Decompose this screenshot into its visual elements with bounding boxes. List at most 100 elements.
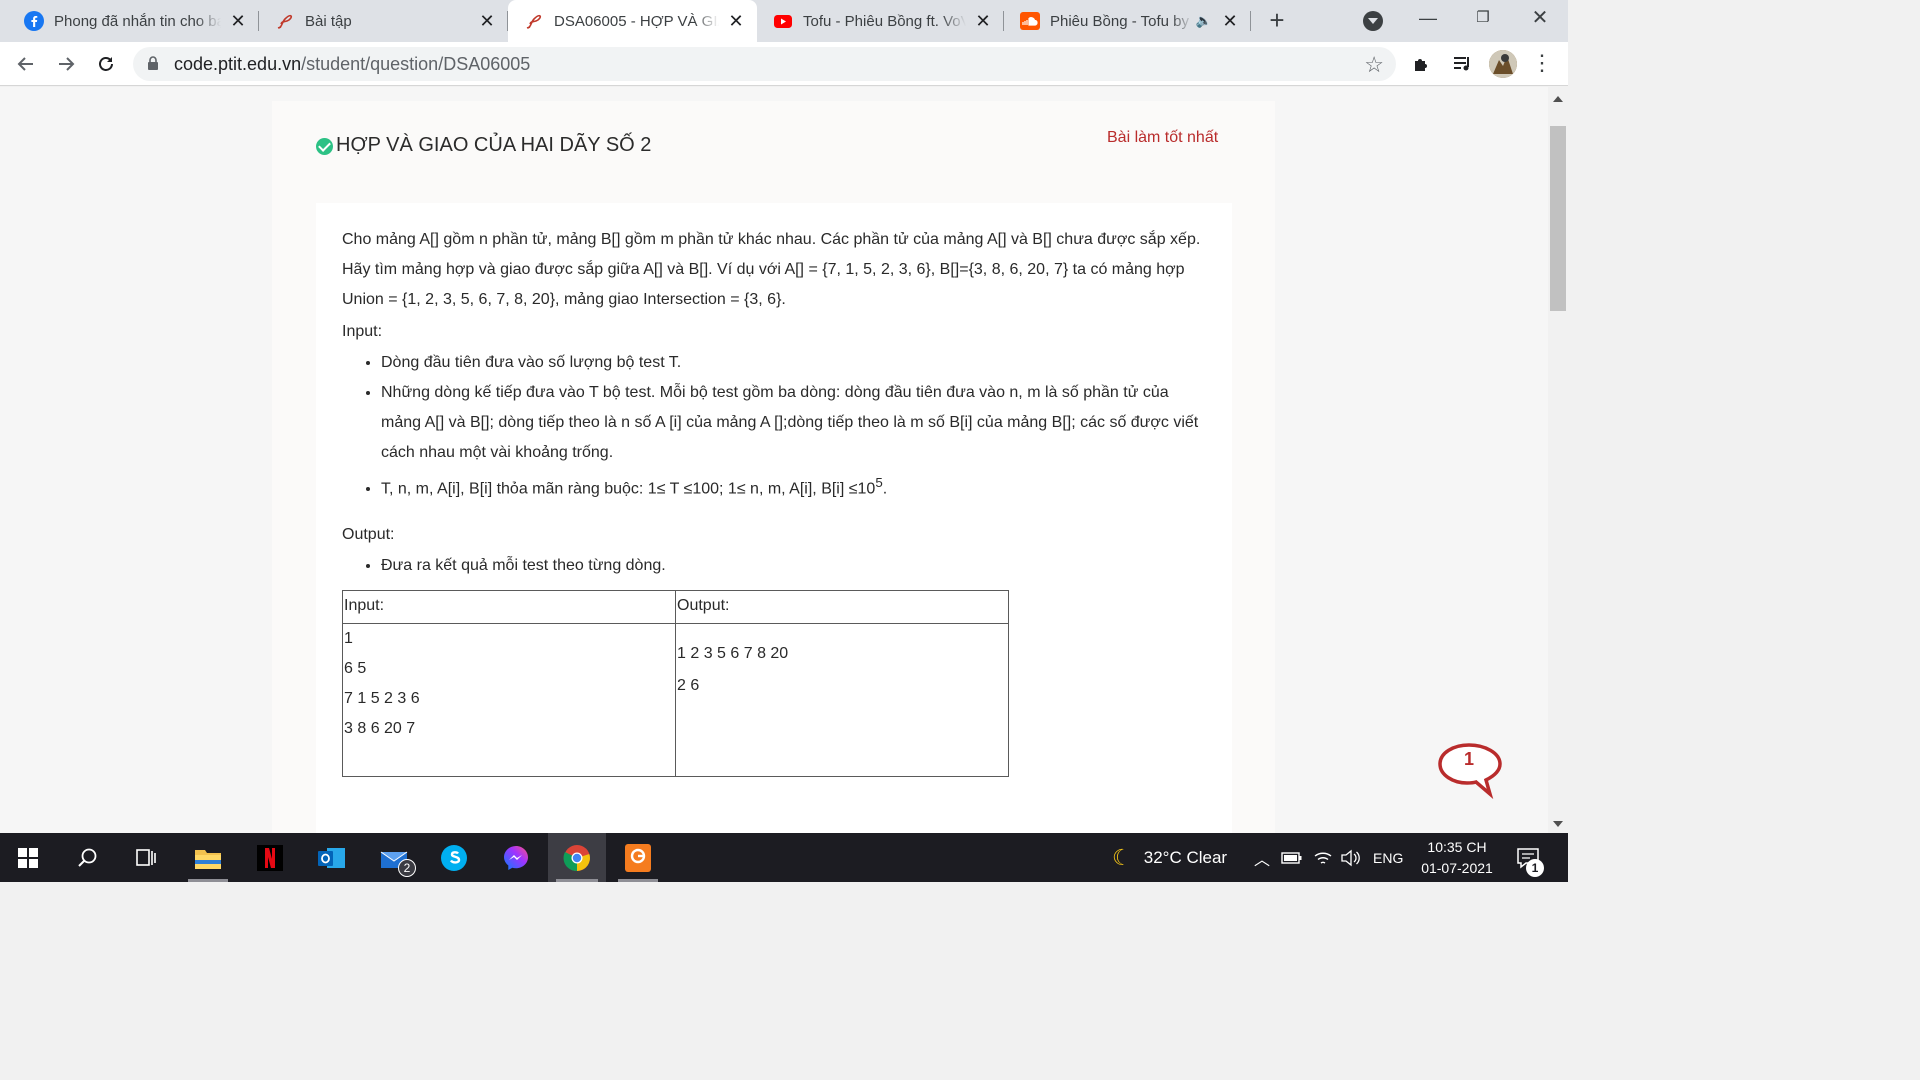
restore-button[interactable]: ❐ <box>1468 6 1498 30</box>
sample-input-cell: 1 6 5 7 1 5 2 3 6 3 8 6 20 7 <box>342 623 676 778</box>
close-tab-icon[interactable]: ✕ <box>1221 11 1239 31</box>
back-arrow-icon <box>17 57 33 71</box>
sample-input-line: 7 1 5 2 3 6 <box>344 690 420 708</box>
taskbar-netflix[interactable] <box>242 833 298 882</box>
tab-strip: Phong đã nhắn tin cho bạn ✕ Bài tập ✕ DS… <box>0 0 1568 42</box>
taskbar-chrome[interactable] <box>548 833 606 882</box>
taskbar-file-explorer[interactable] <box>180 833 236 882</box>
problem-description: Cho mảng A[] gồm n phần tử, mảng B[] gồm… <box>342 231 1201 308</box>
output-spec-item: Đưa ra kết quả mỗi test theo từng dòng. <box>381 551 1206 581</box>
url-path: /student/question/DSA06005 <box>301 54 531 74</box>
media-control-icon[interactable] <box>1451 52 1475 76</box>
wifi-icon[interactable] <box>1313 833 1333 882</box>
search-button[interactable] <box>60 833 116 882</box>
page-viewport: HỢP VÀ GIAO CỦA HAI DÃY SỐ 2 Bài làm tốt… <box>0 87 1548 833</box>
taskbar-mail[interactable]: 2 <box>366 833 422 882</box>
lock-icon[interactable] <box>147 56 159 71</box>
constraint-exponent: 5 <box>875 475 883 490</box>
messenger-icon <box>504 845 528 870</box>
taskbar-skype[interactable] <box>426 833 482 882</box>
tab-youtube[interactable]: Tofu - Phiêu Bồng ft. VoVanDuc ✕ <box>757 0 1004 42</box>
output-spec-list: Đưa ra kết quả mỗi test theo từng dòng. <box>342 551 1206 581</box>
input-spec-list: Dòng đầu tiên đưa vào số lượng bộ test T… <box>342 348 1206 504</box>
url-host: code.ptit.edu.vn <box>174 54 302 74</box>
clock-time: 10:35 CH <box>1427 839 1487 855</box>
sample-input-header: Input: <box>342 590 676 625</box>
ptit-code-icon <box>275 11 295 31</box>
weather-widget[interactable]: ☾ 32°C Clear <box>1112 833 1227 882</box>
close-tab-icon[interactable]: ✕ <box>727 11 745 31</box>
sample-input-line: 1 <box>344 630 353 648</box>
input-label: Input: <box>342 323 383 340</box>
task-view-icon <box>136 848 156 866</box>
folder-icon <box>195 849 221 869</box>
taskbar-messenger[interactable] <box>488 833 544 882</box>
back-button[interactable] <box>12 50 40 78</box>
solved-check-icon <box>316 138 333 155</box>
sample-input-line: 3 8 6 20 7 <box>344 720 416 738</box>
forward-arrow-icon <box>59 57 75 71</box>
outlook-icon <box>318 847 345 868</box>
chevron-up-icon: ︿ <box>1254 851 1271 869</box>
taskbar-outlook[interactable] <box>304 833 360 882</box>
sample-output-cell: 1 2 3 5 6 7 8 20 2 6 <box>675 623 1009 778</box>
sample-input-line: 6 5 <box>344 660 367 678</box>
constraint-end: . <box>882 480 888 498</box>
clock-date: 01-07-2021 <box>1421 860 1493 876</box>
input-spec-item: Dòng đầu tiên đưa vào số lượng bộ test T… <box>381 348 1206 378</box>
reload-icon <box>99 57 113 71</box>
minimize-button[interactable]: — <box>1413 6 1443 30</box>
close-tab-icon[interactable]: ✕ <box>478 11 496 31</box>
browser-toolbar: code.ptit.edu.vn/student/question/DSA060… <box>0 42 1568 86</box>
youtube-icon <box>773 11 793 31</box>
battery-icon[interactable] <box>1281 833 1303 882</box>
profile-avatar[interactable] <box>1489 50 1517 78</box>
notification-badge-count: 1 <box>1526 859 1544 877</box>
start-button[interactable] <box>0 833 56 882</box>
extensions-puzzle-icon[interactable] <box>1411 52 1435 76</box>
problem-statement: Cho mảng A[] gồm n phần tử, mảng B[] gồm… <box>316 203 1232 833</box>
tab-bai-tap[interactable]: Bài tập ✕ <box>259 0 508 42</box>
address-bar[interactable]: code.ptit.edu.vn/student/question/DSA060… <box>133 47 1396 81</box>
tab-separator <box>1250 11 1251 31</box>
problem-header: HỢP VÀ GIAO CỦA HAI DÃY SỐ 2 <box>316 134 651 157</box>
new-tab-button[interactable]: + <box>1264 7 1290 34</box>
scroll-down-arrow-icon[interactable] <box>1553 821 1563 827</box>
notification-center-button[interactable]: 1 <box>1516 833 1544 882</box>
taskbar-pdf-app[interactable] <box>610 833 666 882</box>
tab-title: DSA06005 - HỢP VÀ GIAO CỦA HAI DÃY SỐ 2 <box>554 12 719 30</box>
ptit-code-icon <box>524 11 544 31</box>
vertical-scrollbar[interactable] <box>1548 87 1568 833</box>
problem-card: HỢP VÀ GIAO CỦA HAI DÃY SỐ 2 Bài làm tốt… <box>272 101 1275 833</box>
language-indicator[interactable]: ENG <box>1373 833 1403 882</box>
forward-button[interactable] <box>52 50 80 78</box>
url-text[interactable]: code.ptit.edu.vn/student/question/DSA060… <box>174 54 530 75</box>
windows-logo-icon <box>18 847 38 868</box>
tab-facebook[interactable]: Phong đã nhắn tin cho bạn ✕ <box>8 0 259 42</box>
scroll-up-arrow-icon[interactable] <box>1553 96 1563 102</box>
tab-title: Phiêu Bồng - Tofu by Tofu <box>1050 12 1193 30</box>
facebook-icon <box>24 11 44 31</box>
taskbar-clock[interactable]: 10:35 CH 01-07-2021 <box>1410 837 1504 879</box>
tab-dsa06005[interactable]: DSA06005 - HỢP VÀ GIAO CỦA HAI DÃY SỐ 2 … <box>508 0 757 42</box>
reload-button[interactable] <box>92 50 120 78</box>
input-spec-item: Những dòng kế tiếp đưa vào T bộ test. Mỗ… <box>381 378 1206 468</box>
audio-playing-icon[interactable]: 🔈 <box>1195 12 1213 30</box>
chat-bubble-button[interactable]: 1 <box>1436 742 1502 800</box>
task-view-button[interactable] <box>118 833 174 882</box>
chrome-menu-icon[interactable]: ⋮ <box>1530 52 1554 76</box>
close-tab-icon[interactable]: ✕ <box>229 11 247 31</box>
tab-soundcloud[interactable]: Phiêu Bồng - Tofu by Tofu 🔈 ✕ <box>1004 0 1251 42</box>
skype-icon <box>441 844 467 871</box>
best-solution-link[interactable]: Bài làm tốt nhất <box>1107 129 1218 147</box>
tab-search-icon[interactable] <box>1363 11 1383 31</box>
windows-taskbar: 2 ☾ 32°C Clear ︿ ENG 10:35 CH 01-07-2021… <box>0 833 1568 882</box>
bookmark-star-icon[interactable]: ☆ <box>1364 52 1384 78</box>
chat-badge-count: 1 <box>1464 749 1475 769</box>
volume-icon[interactable] <box>1340 833 1360 882</box>
close-tab-icon[interactable]: ✕ <box>974 11 992 31</box>
close-window-button[interactable]: ✕ <box>1525 6 1555 30</box>
show-hidden-icons[interactable]: ︿ <box>1254 833 1270 882</box>
scrollbar-thumb[interactable] <box>1550 126 1566 311</box>
